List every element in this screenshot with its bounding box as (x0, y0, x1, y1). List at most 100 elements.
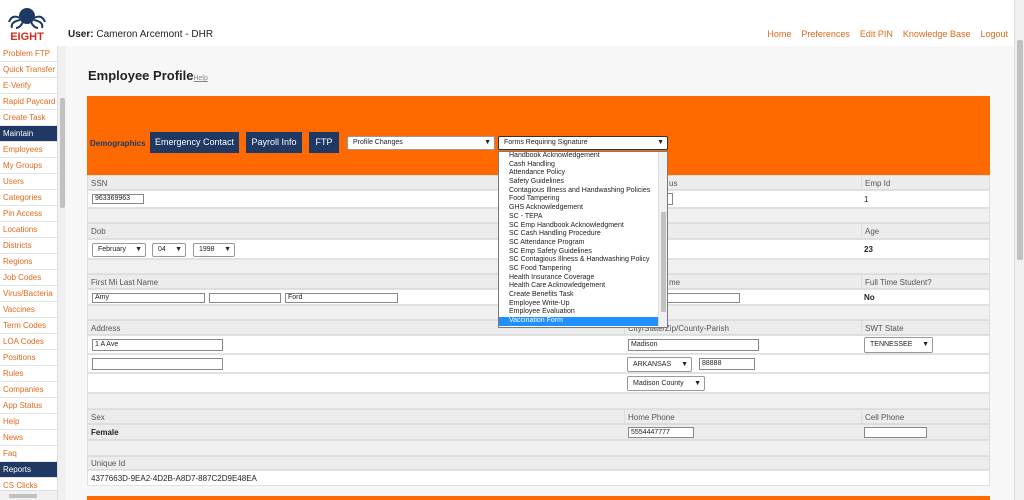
sidebar-item-news[interactable]: News (0, 430, 57, 446)
address1-input[interactable]: 1 A Ave (92, 339, 223, 351)
middle-initial-input[interactable] (209, 293, 281, 303)
forms-option[interactable]: Health Insurance Coverage (499, 274, 667, 283)
state-select[interactable]: ARKANSAS ▼ (627, 357, 692, 372)
sidebar-item-companies[interactable]: Companies (0, 382, 57, 398)
sidebar-item-districts[interactable]: Districts (0, 238, 57, 254)
sidebar-item-term-codes[interactable]: Term Codes (0, 318, 57, 334)
swt-select[interactable]: TENNESSEE ▼ (864, 337, 933, 353)
last-name-input[interactable]: Ford (285, 293, 398, 303)
sidebar-item-categories[interactable]: Categories (0, 190, 57, 206)
sidebar-item-positions[interactable]: Positions (0, 350, 57, 366)
tab-payroll-info[interactable]: Payroll Info (246, 132, 302, 153)
ssn-input[interactable]: 963369963 (92, 194, 144, 204)
dob-year-select[interactable]: 1998 ▼ (193, 243, 235, 257)
forms-option[interactable]: SC Emp Safety Guidelines (499, 248, 667, 257)
tab-demographics[interactable]: Demographics (90, 139, 146, 148)
forms-option[interactable]: Vaccination Form (499, 317, 667, 326)
first-name-input[interactable]: Amy (92, 293, 205, 303)
profile-changes-select[interactable]: Profile Changes ▼ (347, 136, 495, 150)
user-info: User: Cameron Arcemont - DHR (68, 29, 213, 40)
sidebar-item-help[interactable]: Help (0, 414, 57, 430)
chevron-down-icon: ▼ (135, 246, 142, 253)
nav-home[interactable]: Home (767, 29, 791, 39)
nav-edit-pin[interactable]: Edit PIN (860, 29, 893, 39)
forms-option[interactable]: Employee Write-Up (499, 300, 667, 309)
sidebar-item-e-verify[interactable]: E-Verify (0, 78, 57, 94)
age-value: 23 (864, 245, 873, 254)
forms-option[interactable]: GHS Acknowledgement (499, 204, 667, 213)
forms-option[interactable]: SC Food Tampering (499, 265, 667, 274)
forms-option[interactable]: Cash Handling (499, 161, 667, 170)
page-title-text: Employee Profile (88, 68, 194, 83)
user-label: User: (68, 29, 94, 40)
sidebar-hscroll-thumb[interactable] (9, 494, 37, 498)
sidebar-item-locations[interactable]: Locations (0, 222, 57, 238)
forms-option[interactable]: Attendance Policy (499, 169, 667, 178)
sidebar-item-job-codes[interactable]: Job Codes (0, 270, 57, 286)
forms-option[interactable]: SC Attendance Program (499, 239, 667, 248)
zip-input[interactable]: 88888 (699, 358, 755, 370)
tab-emergency-contact[interactable]: Emergency Contact (150, 132, 239, 153)
sidebar-item-users[interactable]: Users (0, 174, 57, 190)
sidebar-item-quick-transfer[interactable]: Quick Transfer (0, 62, 57, 78)
forms-scroll-thumb[interactable] (661, 212, 666, 312)
nav-preferences[interactable]: Preferences (801, 29, 850, 39)
sidebar-list: Problem FTP Quick Transfer E-Verify Rapid P… (0, 46, 57, 494)
cellphone-input[interactable] (864, 427, 927, 438)
header: EIGHT User: Cameron Arcemont - DHR Home … (0, 0, 1024, 46)
help-link[interactable]: Help (193, 75, 207, 82)
forms-option[interactable]: Create Benefits Task (499, 291, 667, 300)
sidebar-horizontal-scrollbar[interactable] (0, 490, 57, 500)
forms-option[interactable]: Food Tampering (499, 195, 667, 204)
county-select[interactable]: Madison County ▼ (627, 376, 705, 391)
dob-day-select[interactable]: 04 ▼ (152, 243, 186, 257)
sidebar-item-vaccines[interactable]: Vaccines (0, 302, 57, 318)
sidebar-section-reports[interactable]: Reports (0, 462, 57, 478)
nickname-input[interactable] (666, 293, 740, 303)
uid-label: Unique Id (91, 459, 126, 468)
forms-option[interactable]: Health Care Acknowledgement (499, 282, 667, 291)
sidebar-item-my-groups[interactable]: My Groups (0, 158, 57, 174)
forms-option[interactable]: SC Cash Handling Procedure (499, 230, 667, 239)
top-nav: Home Preferences Edit PIN Knowledge Base… (767, 29, 1008, 39)
sidebar-item-regions[interactable]: Regions (0, 254, 57, 270)
sidebar-item-problem-ftp[interactable]: Problem FTP (0, 46, 57, 62)
forms-option[interactable]: SC Emp Handbook Acknowledgment (499, 222, 667, 231)
sidebar-section-maintain[interactable]: Maintain (0, 126, 57, 142)
sidebar-item-create-task[interactable]: Create Task (0, 110, 57, 126)
eight-logo[interactable]: EIGHT (4, 4, 50, 42)
tab-ftp[interactable]: FTP (309, 132, 339, 153)
sidebar-item-faq[interactable]: Faq (0, 446, 57, 462)
forms-option[interactable]: Safety Guidelines (499, 178, 667, 187)
dob-year-value: 1998 (199, 246, 215, 253)
forms-option[interactable]: Employee Evaluation (499, 308, 667, 317)
nav-logout[interactable]: Logout (980, 29, 1008, 39)
forms-select-value: Forms Requiring Signature (504, 139, 588, 146)
dob-month-select[interactable]: February ▼ (92, 243, 146, 257)
sidebar-item-app-status[interactable]: App Status (0, 398, 57, 414)
forms-option[interactable]: SC Contagious Illness & Handwashing Poli… (499, 256, 667, 265)
sidebar-scrollbar[interactable] (57, 46, 66, 500)
nav-knowledge-base[interactable]: Knowledge Base (903, 29, 971, 39)
sidebar-item-rules[interactable]: Rules (0, 366, 57, 382)
forms-select[interactable]: Forms Requiring Signature ▼ (498, 136, 668, 150)
forms-option[interactable]: SC - TEPA (499, 213, 667, 222)
sidebar-item-pin-access[interactable]: Pin Access (0, 206, 57, 222)
homephone-input[interactable]: 5554447777 (628, 427, 694, 438)
forms-dropdown-list[interactable]: Handbook Acknowledgement Cash Handling Att… (498, 151, 668, 328)
sidebar-item-rapid-paycard[interactable]: Rapid Paycard (0, 94, 57, 110)
page-scrollbar[interactable] (1014, 0, 1024, 500)
forms-option[interactable]: Contagious Illness and Handwashing Polic… (499, 187, 667, 196)
city-input[interactable]: Madison (628, 339, 759, 351)
sidebar-item-loa-codes[interactable]: LOA Codes (0, 334, 57, 350)
sidebar-item-employees[interactable]: Employees (0, 142, 57, 158)
address2-input[interactable] (92, 358, 223, 370)
sidebar-item-virus-bacteria[interactable]: Virus/Bacteria (0, 286, 57, 302)
spacer-row (87, 440, 990, 456)
sidebar-scroll-thumb[interactable] (60, 98, 65, 208)
chevron-down-icon: ▼ (657, 139, 664, 146)
forms-dropdown-scrollbar[interactable] (658, 152, 667, 327)
page-scroll-thumb[interactable] (1017, 40, 1023, 260)
forms-option[interactable]: Handbook Acknowledgement (499, 152, 667, 161)
status-label: us (669, 179, 678, 188)
